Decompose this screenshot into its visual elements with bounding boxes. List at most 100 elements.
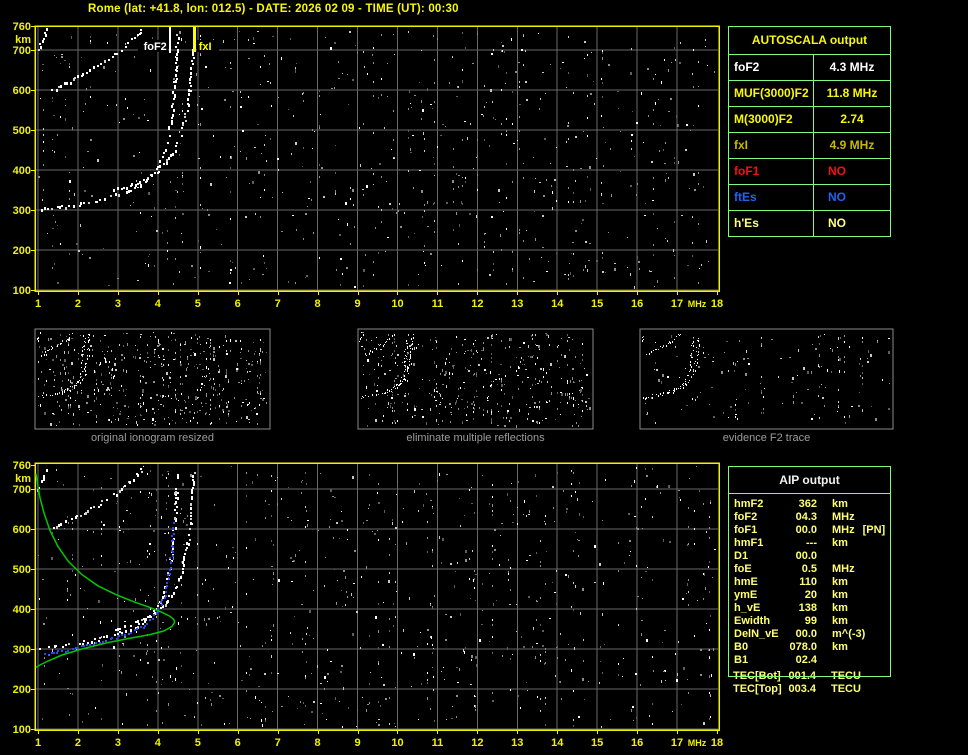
pixel xyxy=(624,562,625,564)
pixel xyxy=(474,570,475,572)
pixel xyxy=(114,634,116,636)
pixel xyxy=(472,550,473,552)
pixel xyxy=(125,630,127,633)
pixel xyxy=(476,215,477,218)
pixel xyxy=(252,481,253,484)
pixel xyxy=(52,150,53,151)
pixel xyxy=(570,272,571,275)
pixel xyxy=(71,518,73,520)
pixel xyxy=(388,334,389,336)
pixel xyxy=(264,262,265,264)
pixel xyxy=(639,268,640,270)
pixel xyxy=(686,405,688,406)
x-tick-label: 2 xyxy=(75,298,81,310)
pixel xyxy=(230,62,231,64)
pixel xyxy=(180,143,181,144)
pixel xyxy=(73,376,74,379)
pixel xyxy=(346,591,347,593)
pixel xyxy=(455,402,456,405)
pixel xyxy=(324,688,325,690)
pixel xyxy=(90,345,92,347)
pixel xyxy=(76,243,78,245)
pixel xyxy=(103,524,105,526)
pixel xyxy=(75,385,76,386)
pixel xyxy=(629,555,630,556)
pixel xyxy=(42,70,43,71)
pixel xyxy=(516,357,517,358)
pixel xyxy=(568,36,569,38)
pixel xyxy=(393,34,394,35)
pixel xyxy=(340,258,342,260)
pixel xyxy=(679,62,681,64)
x-tick-label: 3 xyxy=(115,298,121,310)
pixel xyxy=(347,74,348,75)
pixel xyxy=(523,64,524,66)
pixel xyxy=(143,466,144,467)
pixel xyxy=(475,574,477,575)
pixel xyxy=(174,509,176,511)
pixel xyxy=(430,636,431,638)
pixel xyxy=(381,34,382,36)
pixel xyxy=(31,649,35,650)
pixel xyxy=(385,698,387,700)
pixel xyxy=(571,495,572,497)
pixel xyxy=(175,527,177,530)
pixel xyxy=(136,631,137,633)
pixel xyxy=(163,364,164,366)
pixel xyxy=(213,135,214,137)
pixel xyxy=(303,92,304,94)
pixel xyxy=(175,494,177,496)
pixel xyxy=(827,369,828,372)
pixel xyxy=(133,479,135,482)
pixel xyxy=(190,420,191,422)
pixel xyxy=(533,355,534,356)
aip-table-row: h_vE 138 km xyxy=(729,602,890,615)
pixel xyxy=(169,377,171,379)
pixel xyxy=(588,260,590,261)
pixel xyxy=(260,84,261,85)
pixel xyxy=(94,393,95,395)
pixel xyxy=(381,221,382,223)
pixel xyxy=(464,515,465,516)
pixel xyxy=(653,123,654,125)
pixel xyxy=(433,676,434,678)
pixel xyxy=(699,490,700,492)
pixel xyxy=(427,643,428,645)
pixel xyxy=(123,389,124,392)
pixel xyxy=(418,510,419,512)
pixel xyxy=(198,397,199,398)
pixel xyxy=(662,347,663,348)
pixel xyxy=(175,501,177,504)
pixel xyxy=(651,351,652,353)
pixel xyxy=(682,384,683,385)
pixel xyxy=(508,571,509,573)
pixel xyxy=(655,422,656,424)
aip-row-extra xyxy=(848,615,856,628)
pixel xyxy=(661,680,662,683)
aip-row-value: 20 xyxy=(804,589,817,601)
pixel xyxy=(69,180,71,183)
pixel xyxy=(642,337,643,338)
aip-row-extra xyxy=(848,537,856,550)
pixel xyxy=(175,145,177,147)
pixel xyxy=(669,541,671,543)
aip-table-row: D1 00.0 xyxy=(729,550,890,563)
pixel xyxy=(745,389,746,390)
aip-table-row: ymE 20 km xyxy=(729,589,890,602)
pixel xyxy=(859,363,860,365)
pixel xyxy=(130,190,132,192)
pixel xyxy=(381,677,382,678)
pixel xyxy=(213,358,215,361)
pixel xyxy=(168,349,169,351)
pixel xyxy=(119,628,121,630)
pixel xyxy=(219,616,220,618)
pixel xyxy=(397,731,398,734)
pixel xyxy=(688,543,689,545)
pixel xyxy=(44,347,46,350)
pixel xyxy=(837,411,838,412)
pixel xyxy=(77,382,78,383)
pixel xyxy=(178,578,180,581)
pixel xyxy=(68,407,69,409)
pixel xyxy=(61,409,62,411)
pixel xyxy=(392,522,393,525)
